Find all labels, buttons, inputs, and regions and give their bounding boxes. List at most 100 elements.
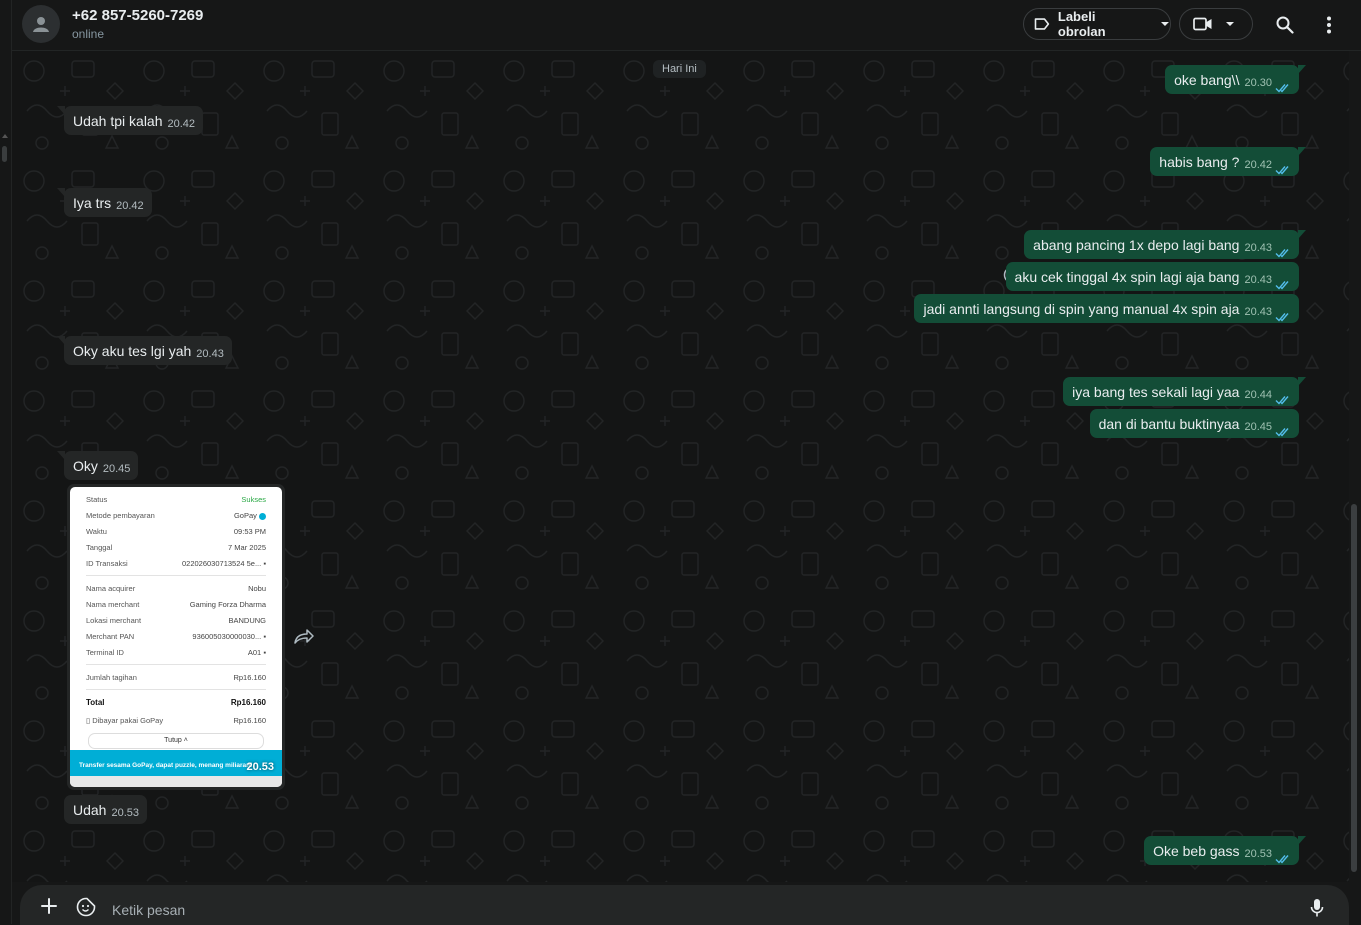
message-time: 20.53 xyxy=(111,807,139,819)
message-time: 20.43 xyxy=(1244,306,1272,318)
avatar-person-icon xyxy=(33,17,49,32)
receipt-divider xyxy=(86,664,266,665)
label-chat-text: Labeli obrolan xyxy=(1057,9,1106,39)
read-ticks-icon xyxy=(1275,84,1289,93)
read-ticks-icon xyxy=(1275,249,1289,258)
date-divider: Hari Ini xyxy=(653,60,706,78)
message-text: habis bang ? xyxy=(1159,154,1240,170)
message-time: 20.53 xyxy=(1244,848,1272,860)
label-chat-button[interactable]: Labeli obrolan xyxy=(1023,8,1171,40)
receipt-row: Merchant PAN 936005030000030... ▪ xyxy=(86,632,266,641)
receipt-nav-strip xyxy=(70,776,282,787)
message-text: oke bang\\ xyxy=(1174,72,1240,88)
image-message[interactable]: Status Sukses Metode pembayaran GoPay Wakt… xyxy=(67,484,285,790)
message-text: Udah tpi kalah xyxy=(73,113,163,129)
message-text: Oky aku tes lgi yah xyxy=(73,343,192,359)
incoming-message[interactable]: Udah tpi kalah 20.42 xyxy=(56,106,204,135)
message-text: Oky xyxy=(73,458,98,474)
scroll-thumb[interactable] xyxy=(2,146,7,162)
receipt-row: Nama acquirer Nobu xyxy=(86,584,266,593)
contact-name[interactable]: +62 857-5260-7269 xyxy=(72,7,203,24)
incoming-message[interactable]: Oky aku tes lgi yah 20.43 xyxy=(57,336,232,365)
outgoing-message[interactable]: habis bang ? 20.42 xyxy=(1150,147,1306,176)
outgoing-message[interactable]: aku cek tinggal 4x spin lagi aja bang 20… xyxy=(1005,262,1299,291)
payment-receipt-image[interactable]: Status Sukses Metode pembayaran GoPay Wakt… xyxy=(70,487,282,787)
message-time: 20.43 xyxy=(1244,274,1272,286)
message-time: 20.42 xyxy=(167,118,196,130)
read-ticks-icon xyxy=(1275,166,1289,175)
receipt-close-button: Tutup ˄ xyxy=(88,733,264,749)
receipt-row: Waktu 09:53 PM xyxy=(86,527,266,536)
composer-box xyxy=(20,885,1349,925)
incoming-message[interactable]: Udah 20.53 xyxy=(64,795,147,824)
receipt-divider xyxy=(86,689,266,690)
message-text: abang pancing 1x depo lagi bang xyxy=(1033,237,1240,253)
receipt-divider xyxy=(86,575,266,576)
label-icon xyxy=(1034,18,1050,30)
microphone-icon[interactable] xyxy=(1310,898,1324,918)
receipt-row: Terminal ID A01 ▪ xyxy=(86,648,266,657)
scroll-up-arrow-icon[interactable] xyxy=(2,134,8,138)
message-text: Udah xyxy=(73,802,107,818)
outgoing-message[interactable]: abang pancing 1x depo lagi bang 20.43 xyxy=(1024,230,1306,259)
more-options-button[interactable] xyxy=(1318,14,1340,36)
message-text: iya bang tes sekali lagi yaa xyxy=(1072,384,1240,400)
message-time: 20.45 xyxy=(1244,421,1272,433)
gopay-logo-icon xyxy=(259,512,266,520)
message-time: 20.44 xyxy=(1244,389,1272,401)
outgoing-message[interactable]: jadi annti langsung di spin yang manual … xyxy=(914,294,1299,323)
message-time: 20.30 xyxy=(1244,77,1272,89)
video-call-icon xyxy=(1193,17,1212,31)
receipt-row: Nama merchant Gaming Forza Dharma xyxy=(86,600,266,609)
read-ticks-icon xyxy=(1275,855,1289,864)
video-call-button[interactable] xyxy=(1179,8,1253,40)
chevron-down-icon xyxy=(1161,22,1169,26)
message-text: Oke beb gass xyxy=(1153,843,1240,859)
receipt-row: ▯ Dibayar pakai GoPay Rp16.160 xyxy=(86,716,266,725)
chevron-down-icon xyxy=(1226,22,1234,26)
message-time: 20.43 xyxy=(196,348,224,360)
receipt-row: Metode pembayaran GoPay xyxy=(86,511,266,520)
search-button[interactable] xyxy=(1274,14,1296,36)
contact-avatar[interactable] xyxy=(22,5,60,43)
message-text: Iya trs xyxy=(73,195,112,211)
receipt-row: ID Transaksi 022026030713524 5e... ▪ xyxy=(86,559,266,568)
receipt-total-row: Total Rp16.160 xyxy=(86,698,266,707)
message-time: 20.45 xyxy=(102,463,131,475)
outgoing-message[interactable]: Oke beb gass 20.53 xyxy=(1144,836,1306,865)
message-composer xyxy=(12,882,1361,925)
message-list[interactable]: Hari Ini oke bang\\ 20.30 Udah tpi kalah… xyxy=(12,51,1349,882)
copy-icon: ▪ xyxy=(263,648,266,657)
message-time: 20.42 xyxy=(1244,159,1272,171)
read-ticks-icon xyxy=(1275,428,1289,437)
forward-icon[interactable] xyxy=(293,628,315,646)
incoming-message[interactable]: Iya trs 20.42 xyxy=(57,188,152,217)
copy-icon: ▪ xyxy=(263,632,266,641)
incoming-message[interactable]: Oky 20.45 xyxy=(56,451,139,480)
message-text: jadi annti langsung di spin yang manual … xyxy=(923,301,1240,317)
receipt-row: Jumlah tagihan Rp16.160 xyxy=(86,673,266,682)
contact-status: online xyxy=(72,27,105,41)
left-edge-scrollbar[interactable] xyxy=(0,0,12,924)
receipt-row: Lokasi merchant BANDUNG xyxy=(86,616,266,625)
outgoing-message[interactable]: iya bang tes sekali lagi yaa 20.44 xyxy=(1063,377,1306,406)
chat-scrollbar[interactable] xyxy=(1349,51,1361,882)
message-input[interactable] xyxy=(110,895,1264,925)
message-text: dan di bantu buktinyaa xyxy=(1098,416,1240,432)
message-text: aku cek tinggal 4x spin lagi aja bang xyxy=(1014,269,1240,285)
read-ticks-icon xyxy=(1275,313,1289,322)
copy-icon: ▪ xyxy=(263,559,266,568)
attach-plus-icon[interactable] xyxy=(41,898,57,914)
image-time: 20.53 xyxy=(246,761,274,773)
outgoing-message[interactable]: dan di bantu buktinyaa 20.45 xyxy=(1089,409,1299,438)
outgoing-message[interactable]: oke bang\\ 20.30 xyxy=(1165,65,1306,94)
read-ticks-icon xyxy=(1275,281,1289,290)
receipt-row: Status Sukses xyxy=(86,495,266,504)
sticker-emoji-icon[interactable] xyxy=(76,897,96,917)
more-vert-icon xyxy=(1327,16,1331,34)
chat-header: +62 857-5260-7269 online Labeli obrolan xyxy=(12,0,1361,51)
chat-scroll-thumb[interactable] xyxy=(1351,504,1357,872)
message-time: 20.43 xyxy=(1244,242,1272,254)
read-ticks-icon xyxy=(1275,396,1289,405)
receipt-row: Tanggal 7 Mar 2025 xyxy=(86,543,266,552)
